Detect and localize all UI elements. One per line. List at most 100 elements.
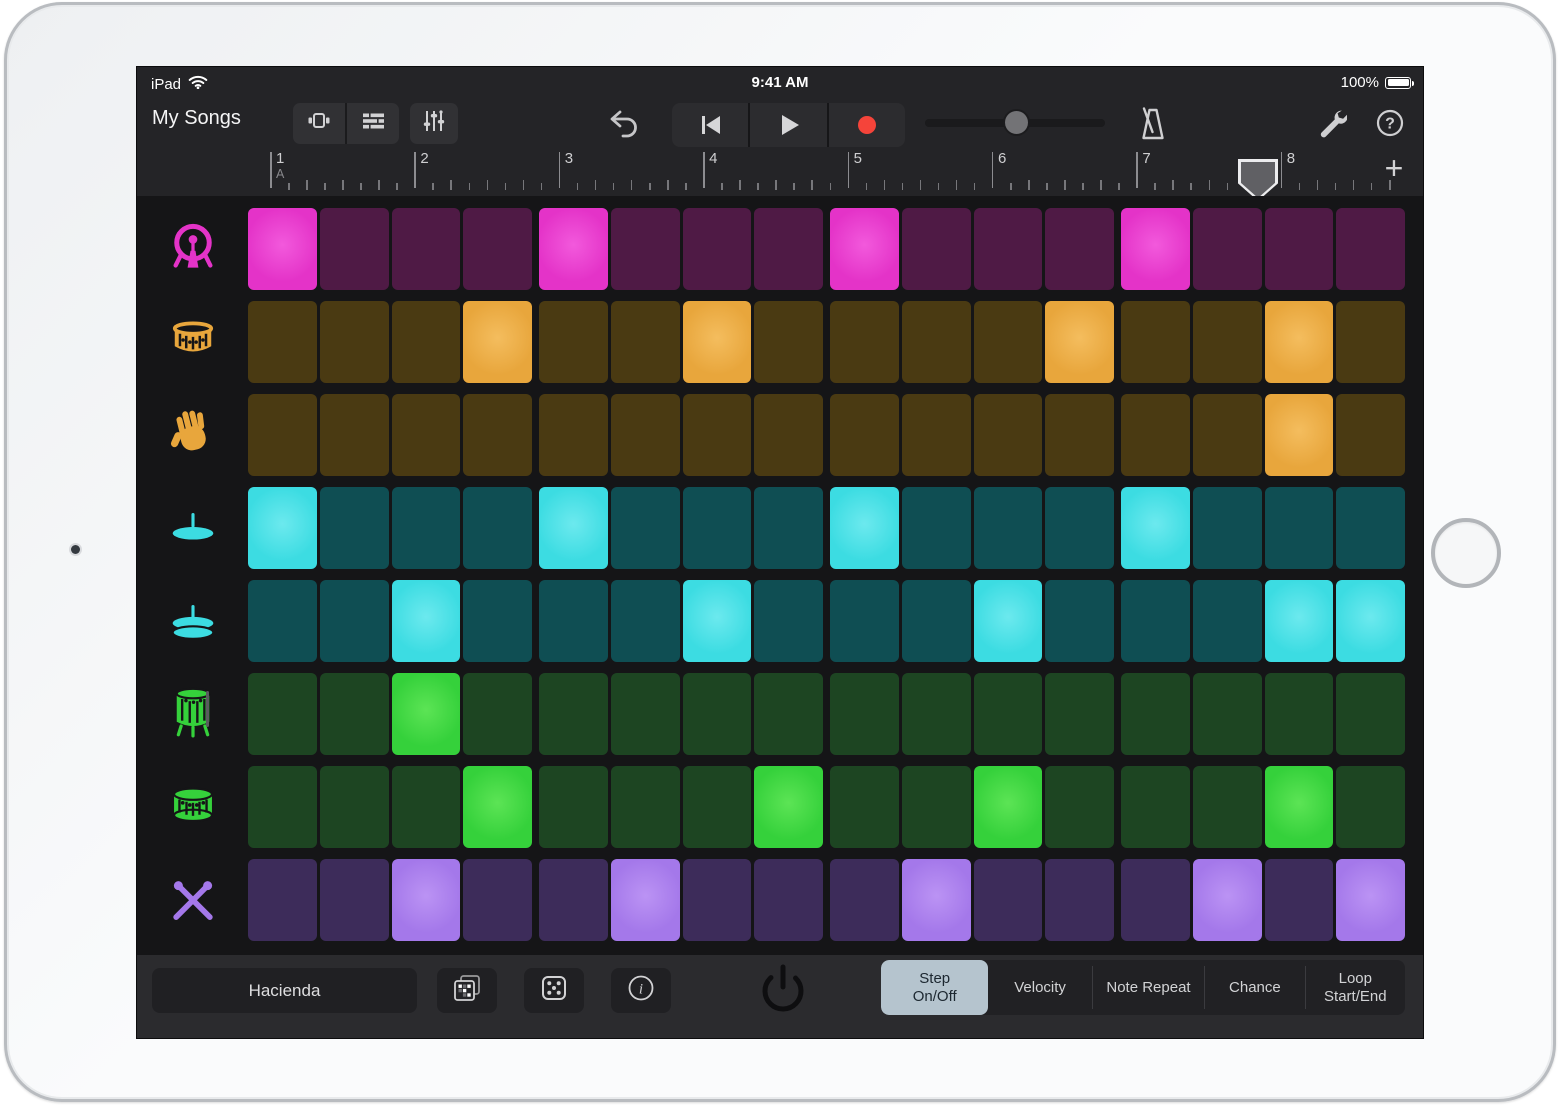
list-view-button[interactable] bbox=[347, 103, 399, 144]
timeline-ruler[interactable]: 1A2345678 + bbox=[137, 148, 1423, 196]
step-cell-clap-12[interactable] bbox=[1045, 394, 1114, 476]
record-button[interactable] bbox=[829, 103, 905, 147]
step-cell-closed-hihat-8[interactable] bbox=[754, 487, 823, 569]
step-cell-kick-drum-8[interactable] bbox=[754, 208, 823, 290]
step-cell-open-hihat-7[interactable] bbox=[683, 580, 752, 662]
step-cell-kick-drum-11[interactable] bbox=[974, 208, 1043, 290]
step-cell-closed-hihat-3[interactable] bbox=[392, 487, 461, 569]
help-button[interactable]: ? bbox=[1375, 108, 1405, 143]
step-cell-tom-9[interactable] bbox=[830, 766, 899, 848]
step-cell-open-hihat-1[interactable] bbox=[248, 580, 317, 662]
step-cell-sticks-16[interactable] bbox=[1336, 859, 1405, 941]
step-cell-sticks-7[interactable] bbox=[683, 859, 752, 941]
step-cell-closed-hihat-6[interactable] bbox=[611, 487, 680, 569]
step-cell-kick-drum-15[interactable] bbox=[1265, 208, 1334, 290]
step-cell-kick-drum-10[interactable] bbox=[902, 208, 971, 290]
step-cell-sticks-15[interactable] bbox=[1265, 859, 1334, 941]
step-cell-snare-drum-14[interactable] bbox=[1193, 301, 1262, 383]
step-cell-sticks-4[interactable] bbox=[463, 859, 532, 941]
step-cell-sticks-8[interactable] bbox=[754, 859, 823, 941]
step-cell-clap-16[interactable] bbox=[1336, 394, 1405, 476]
step-cell-snare-drum-16[interactable] bbox=[1336, 301, 1405, 383]
step-cell-clap-3[interactable] bbox=[392, 394, 461, 476]
step-cell-closed-hihat-11[interactable] bbox=[974, 487, 1043, 569]
instrument-pad-tom[interactable] bbox=[137, 766, 248, 848]
step-cell-open-hihat-11[interactable] bbox=[974, 580, 1043, 662]
step-cell-sticks-6[interactable] bbox=[611, 859, 680, 941]
step-cell-kick-drum-3[interactable] bbox=[392, 208, 461, 290]
step-cell-floor-tom-6[interactable] bbox=[611, 673, 680, 755]
tab-velocity[interactable]: Velocity bbox=[988, 960, 1091, 1015]
step-cell-kick-drum-4[interactable] bbox=[463, 208, 532, 290]
step-cell-open-hihat-4[interactable] bbox=[463, 580, 532, 662]
step-cell-open-hihat-2[interactable] bbox=[320, 580, 389, 662]
step-cell-snare-drum-5[interactable] bbox=[539, 301, 608, 383]
step-cell-sticks-5[interactable] bbox=[539, 859, 608, 941]
step-cell-clap-9[interactable] bbox=[830, 394, 899, 476]
pattern-name-button[interactable]: Hacienda bbox=[152, 968, 417, 1013]
step-cell-open-hihat-3[interactable] bbox=[392, 580, 461, 662]
step-cell-floor-tom-16[interactable] bbox=[1336, 673, 1405, 755]
rewind-button[interactable] bbox=[672, 103, 748, 147]
step-cell-closed-hihat-14[interactable] bbox=[1193, 487, 1262, 569]
step-cell-clap-10[interactable] bbox=[902, 394, 971, 476]
step-cell-open-hihat-8[interactable] bbox=[754, 580, 823, 662]
step-cell-floor-tom-2[interactable] bbox=[320, 673, 389, 755]
step-cell-kick-drum-5[interactable] bbox=[539, 208, 608, 290]
playhead[interactable] bbox=[1238, 159, 1278, 201]
power-button[interactable] bbox=[756, 961, 810, 1022]
instrument-pad-clap[interactable] bbox=[137, 394, 248, 476]
step-cell-floor-tom-9[interactable] bbox=[830, 673, 899, 755]
instrument-pad-floor-tom[interactable] bbox=[137, 673, 248, 755]
add-section-button[interactable]: + bbox=[1379, 154, 1409, 184]
instrument-pad-sticks[interactable] bbox=[137, 859, 248, 941]
step-cell-sticks-12[interactable] bbox=[1045, 859, 1114, 941]
step-cell-clap-7[interactable] bbox=[683, 394, 752, 476]
step-cell-floor-tom-5[interactable] bbox=[539, 673, 608, 755]
step-cell-clap-4[interactable] bbox=[463, 394, 532, 476]
my-songs-button[interactable]: My Songs bbox=[152, 107, 241, 130]
step-cell-tom-12[interactable] bbox=[1045, 766, 1114, 848]
step-cell-snare-drum-6[interactable] bbox=[611, 301, 680, 383]
step-cell-closed-hihat-1[interactable] bbox=[248, 487, 317, 569]
step-cell-kick-drum-9[interactable] bbox=[830, 208, 899, 290]
step-cell-clap-8[interactable] bbox=[754, 394, 823, 476]
step-cell-tom-14[interactable] bbox=[1193, 766, 1262, 848]
step-cell-floor-tom-8[interactable] bbox=[754, 673, 823, 755]
volume-slider-knob[interactable] bbox=[1003, 109, 1030, 136]
metronome-button[interactable] bbox=[1135, 105, 1171, 148]
randomize-button[interactable] bbox=[524, 968, 584, 1013]
tab-loop-start-end[interactable]: LoopStart/End bbox=[1306, 960, 1405, 1015]
step-cell-clap-1[interactable] bbox=[248, 394, 317, 476]
volume-slider[interactable] bbox=[925, 119, 1105, 127]
step-cell-closed-hihat-7[interactable] bbox=[683, 487, 752, 569]
step-cell-tom-7[interactable] bbox=[683, 766, 752, 848]
instrument-pad-closed-hihat[interactable] bbox=[137, 487, 248, 569]
step-cell-clap-14[interactable] bbox=[1193, 394, 1262, 476]
step-cell-clap-6[interactable] bbox=[611, 394, 680, 476]
step-cell-kick-drum-2[interactable] bbox=[320, 208, 389, 290]
step-cell-open-hihat-16[interactable] bbox=[1336, 580, 1405, 662]
step-cell-sticks-2[interactable] bbox=[320, 859, 389, 941]
step-cell-kick-drum-16[interactable] bbox=[1336, 208, 1405, 290]
step-cell-tom-13[interactable] bbox=[1121, 766, 1190, 848]
step-cell-kick-drum-14[interactable] bbox=[1193, 208, 1262, 290]
step-cell-closed-hihat-10[interactable] bbox=[902, 487, 971, 569]
step-cell-open-hihat-12[interactable] bbox=[1045, 580, 1114, 662]
step-cell-closed-hihat-16[interactable] bbox=[1336, 487, 1405, 569]
step-cell-closed-hihat-12[interactable] bbox=[1045, 487, 1114, 569]
step-cell-tom-5[interactable] bbox=[539, 766, 608, 848]
step-cell-snare-drum-1[interactable] bbox=[248, 301, 317, 383]
step-cell-floor-tom-14[interactable] bbox=[1193, 673, 1262, 755]
step-cell-open-hihat-9[interactable] bbox=[830, 580, 899, 662]
step-cell-floor-tom-1[interactable] bbox=[248, 673, 317, 755]
info-button[interactable]: i bbox=[611, 968, 671, 1013]
step-cell-closed-hihat-13[interactable] bbox=[1121, 487, 1190, 569]
step-cell-floor-tom-3[interactable] bbox=[392, 673, 461, 755]
step-cell-snare-drum-4[interactable] bbox=[463, 301, 532, 383]
step-cell-kick-drum-1[interactable] bbox=[248, 208, 317, 290]
step-cell-floor-tom-7[interactable] bbox=[683, 673, 752, 755]
step-cell-floor-tom-10[interactable] bbox=[902, 673, 971, 755]
step-cell-closed-hihat-9[interactable] bbox=[830, 487, 899, 569]
tab-chance[interactable]: Chance bbox=[1205, 960, 1304, 1015]
